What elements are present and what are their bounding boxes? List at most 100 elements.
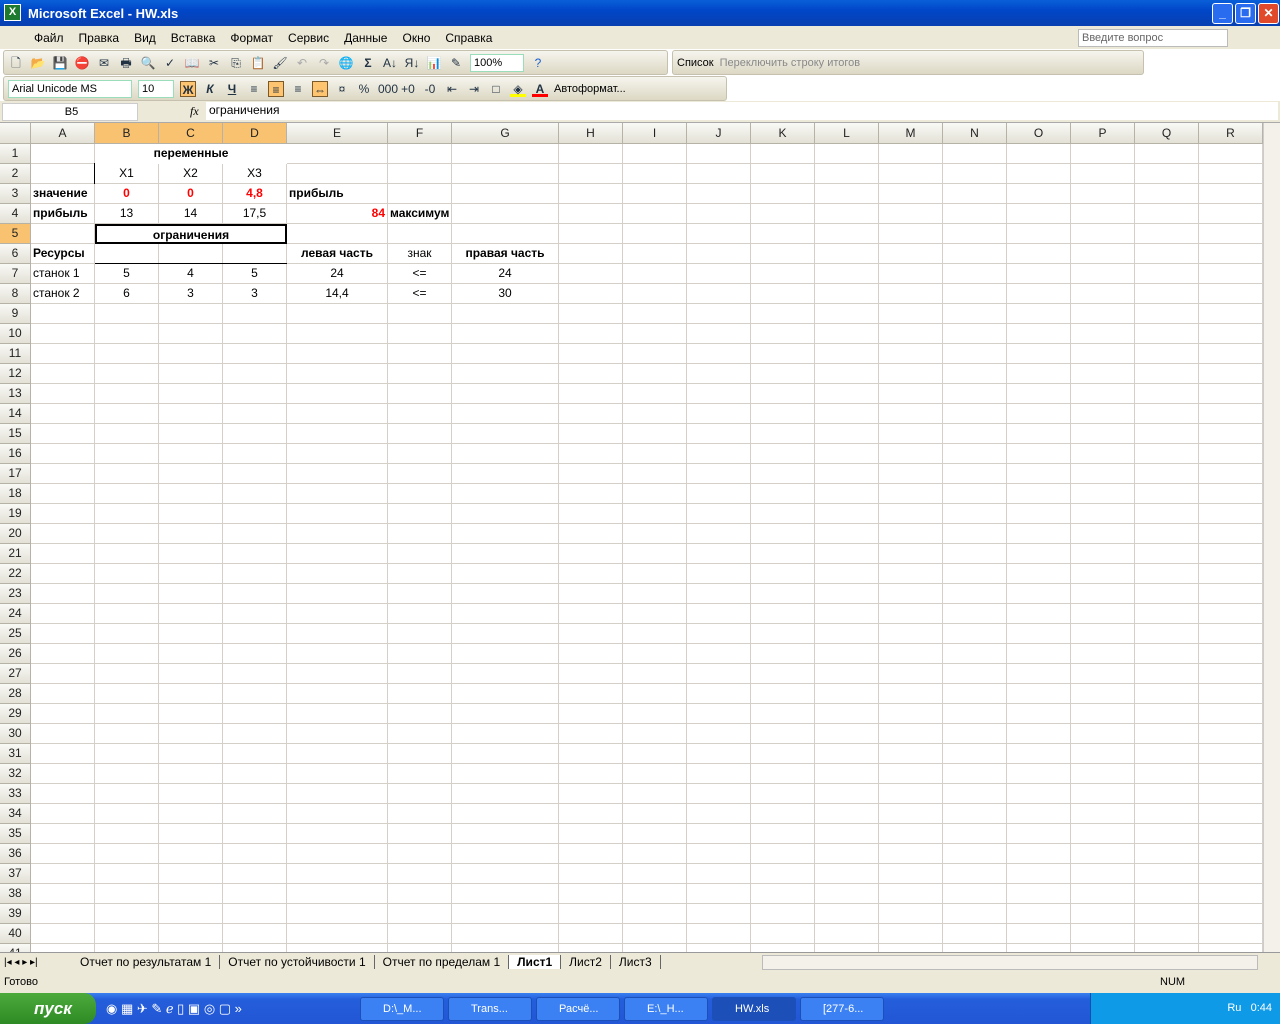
- redo-icon[interactable]: ↷: [316, 55, 332, 71]
- cell-o30[interactable]: [1007, 724, 1071, 744]
- cell-g15[interactable]: [452, 424, 559, 444]
- cell-r21[interactable]: [1199, 544, 1263, 564]
- cell-g38[interactable]: [452, 884, 559, 904]
- row-header-12[interactable]: 12: [0, 364, 31, 384]
- cell-e37[interactable]: [287, 864, 388, 884]
- cell-c17[interactable]: [159, 464, 223, 484]
- cell-f24[interactable]: [388, 604, 452, 624]
- cell-r18[interactable]: [1199, 484, 1263, 504]
- cell-c11[interactable]: [159, 344, 223, 364]
- cell-q37[interactable]: [1135, 864, 1199, 884]
- cell-c23[interactable]: [159, 584, 223, 604]
- vertical-scrollbar[interactable]: [1263, 123, 1280, 953]
- cell-n16[interactable]: [943, 444, 1007, 464]
- cell-j30[interactable]: [687, 724, 751, 744]
- cell-b14[interactable]: [95, 404, 159, 424]
- cell-d15[interactable]: [223, 424, 287, 444]
- cell-h28[interactable]: [559, 684, 623, 704]
- cell-h23[interactable]: [559, 584, 623, 604]
- row-header-17[interactable]: 17: [0, 464, 31, 484]
- cell-l27[interactable]: [815, 664, 879, 684]
- column-header-m[interactable]: M: [879, 123, 943, 144]
- cell-i9[interactable]: [623, 304, 687, 324]
- cell-r28[interactable]: [1199, 684, 1263, 704]
- cell-i28[interactable]: [623, 684, 687, 704]
- cell-j15[interactable]: [687, 424, 751, 444]
- autosum-icon[interactable]: Σ: [360, 55, 376, 71]
- column-header-n[interactable]: N: [943, 123, 1007, 144]
- cell-j2[interactable]: [687, 164, 751, 184]
- cell-c25[interactable]: [159, 624, 223, 644]
- autoformat-button[interactable]: Автоформат...: [554, 83, 626, 95]
- cell-n15[interactable]: [943, 424, 1007, 444]
- cell-r36[interactable]: [1199, 844, 1263, 864]
- cell-l23[interactable]: [815, 584, 879, 604]
- cell-value[interactable]: 5: [223, 264, 287, 284]
- cell-l19[interactable]: [815, 504, 879, 524]
- cell-g34[interactable]: [452, 804, 559, 824]
- cell-q22[interactable]: [1135, 564, 1199, 584]
- cell-a11[interactable]: [31, 344, 95, 364]
- cell-n33[interactable]: [943, 784, 1007, 804]
- cell-l29[interactable]: [815, 704, 879, 724]
- cell-r10[interactable]: [1199, 324, 1263, 344]
- row-header-5[interactable]: 5: [0, 224, 31, 244]
- column-header-p[interactable]: P: [1071, 123, 1135, 144]
- cell-j5[interactable]: [687, 224, 751, 244]
- cell-h17[interactable]: [559, 464, 623, 484]
- cell-m31[interactable]: [879, 744, 943, 764]
- menu-item[interactable]: Вставка: [171, 31, 216, 45]
- cell-m3[interactable]: [879, 184, 943, 204]
- cell-l9[interactable]: [815, 304, 879, 324]
- cell-j37[interactable]: [687, 864, 751, 884]
- cell-p12[interactable]: [1071, 364, 1135, 384]
- cell-l1[interactable]: [815, 144, 879, 164]
- cell-a28[interactable]: [31, 684, 95, 704]
- cell-k38[interactable]: [751, 884, 815, 904]
- cell-g21[interactable]: [452, 544, 559, 564]
- cell-n30[interactable]: [943, 724, 1007, 744]
- cell-b24[interactable]: [95, 604, 159, 624]
- cell-m30[interactable]: [879, 724, 943, 744]
- cell-q36[interactable]: [1135, 844, 1199, 864]
- copy-icon[interactable]: ⎘: [228, 55, 244, 71]
- column-header-a[interactable]: A: [31, 123, 95, 144]
- font-size-select[interactable]: 10: [138, 79, 174, 98]
- row-header-18[interactable]: 18: [0, 484, 31, 504]
- cell-g1[interactable]: [452, 144, 559, 164]
- cell-p40[interactable]: [1071, 924, 1135, 944]
- cell-k13[interactable]: [751, 384, 815, 404]
- cell-d31[interactable]: [223, 744, 287, 764]
- cell-p29[interactable]: [1071, 704, 1135, 724]
- cell-l31[interactable]: [815, 744, 879, 764]
- cell-g37[interactable]: [452, 864, 559, 884]
- cell-value[interactable]: прибыль: [287, 184, 388, 204]
- cell-m33[interactable]: [879, 784, 943, 804]
- cell-e19[interactable]: [287, 504, 388, 524]
- cell-r14[interactable]: [1199, 404, 1263, 424]
- cell-p31[interactable]: [1071, 744, 1135, 764]
- cell-e22[interactable]: [287, 564, 388, 584]
- cell-l4[interactable]: [815, 204, 879, 224]
- cell-value[interactable]: 3: [159, 284, 223, 304]
- cell-d18[interactable]: [223, 484, 287, 504]
- cell-j1[interactable]: [687, 144, 751, 164]
- cell-f14[interactable]: [388, 404, 452, 424]
- cell-g20[interactable]: [452, 524, 559, 544]
- cell-o8[interactable]: [1007, 284, 1071, 304]
- cell-n3[interactable]: [943, 184, 1007, 204]
- cell-q20[interactable]: [1135, 524, 1199, 544]
- cell-k20[interactable]: [751, 524, 815, 544]
- cell-l14[interactable]: [815, 404, 879, 424]
- cell-p22[interactable]: [1071, 564, 1135, 584]
- row-header-13[interactable]: 13: [0, 384, 31, 404]
- cell-value[interactable]: знак: [388, 244, 452, 264]
- cell-c37[interactable]: [159, 864, 223, 884]
- cell-o28[interactable]: [1007, 684, 1071, 704]
- increase-decimal-icon[interactable]: +0: [400, 81, 416, 97]
- cell-q21[interactable]: [1135, 544, 1199, 564]
- cell-m7[interactable]: [879, 264, 943, 284]
- cell-h29[interactable]: [559, 704, 623, 724]
- cell-e29[interactable]: [287, 704, 388, 724]
- cell-c31[interactable]: [159, 744, 223, 764]
